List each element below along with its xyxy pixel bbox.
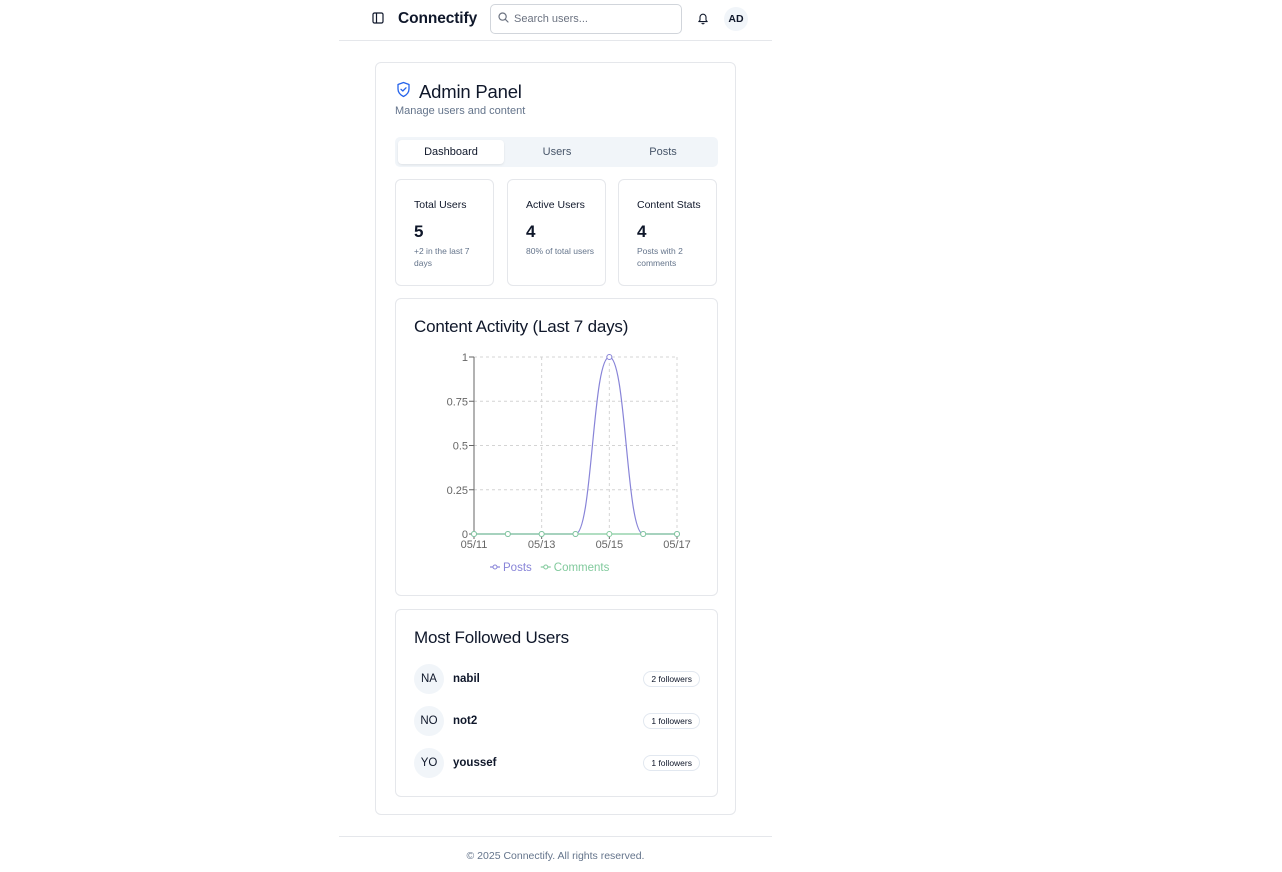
admin-panel-card: Admin Panel Manage users and content Das… bbox=[375, 62, 736, 815]
tab-posts[interactable]: Posts bbox=[610, 140, 716, 164]
stat-description: Posts with 2 comments bbox=[637, 246, 683, 268]
x-tick-label: 05/11 bbox=[461, 539, 488, 551]
legend-marker-comments bbox=[543, 564, 549, 570]
stat-value: 4 bbox=[526, 222, 536, 241]
avatar: NO bbox=[414, 706, 444, 736]
stat-card-total-users: Total Users 5 +2 in the last 7 days bbox=[395, 179, 494, 286]
footer: © 2025 Connectify. All rights reserved. bbox=[339, 836, 772, 872]
user-name[interactable]: nabil bbox=[453, 673, 480, 685]
tab-users[interactable]: Users bbox=[504, 140, 610, 164]
list-item[interactable]: NO not2 1 followers bbox=[414, 706, 700, 736]
most-followed-users-card: Most Followed Users NA nabil 2 followers… bbox=[395, 609, 718, 797]
page-subtitle: Manage users and content bbox=[395, 105, 526, 117]
tab-dashboard[interactable]: Dashboard bbox=[398, 140, 504, 164]
brand-logo-text[interactable]: Connectify bbox=[398, 10, 477, 28]
bell-icon[interactable] bbox=[696, 10, 710, 26]
followers-badge: 1 followers bbox=[643, 713, 700, 729]
shield-check-icon bbox=[395, 81, 412, 103]
panel-header: Admin Panel bbox=[395, 81, 522, 103]
top-navigation-bar: Connectify AD bbox=[339, 0, 772, 41]
stat-title: Active Users bbox=[526, 199, 585, 211]
x-tick-label: 05/13 bbox=[528, 539, 556, 551]
stat-description: +2 in the last 7 days bbox=[414, 246, 470, 268]
stat-card-content-stats: Content Stats 4 Posts with 2 comments bbox=[618, 179, 717, 286]
data-point-posts bbox=[606, 354, 613, 360]
y-tick-label: 0.25 bbox=[447, 485, 468, 497]
search-input[interactable] bbox=[514, 13, 674, 25]
y-tick-label: 0.5 bbox=[453, 441, 468, 453]
legend-label-comments: Comments bbox=[554, 562, 610, 574]
stat-description: 80% of total users bbox=[526, 246, 595, 256]
user-name[interactable]: not2 bbox=[453, 715, 477, 727]
section-title: Most Followed Users bbox=[414, 628, 569, 647]
avatar: YO bbox=[414, 748, 444, 778]
user-name[interactable]: youssef bbox=[453, 757, 496, 769]
data-point-comments bbox=[538, 531, 545, 537]
search-box[interactable] bbox=[490, 4, 682, 34]
stat-title: Content Stats bbox=[637, 199, 701, 211]
stat-value: 5 bbox=[414, 222, 424, 241]
followers-badge: 2 followers bbox=[643, 671, 700, 687]
y-tick-label: 0.75 bbox=[447, 396, 468, 408]
content-activity-card: Content Activity (Last 7 days) 0 0.25 0.5 0… bbox=[395, 298, 718, 596]
list-item[interactable]: YO youssef 1 followers bbox=[414, 748, 700, 778]
avatar: NA bbox=[414, 664, 444, 694]
stat-value: 4 bbox=[637, 222, 647, 241]
content-activity-chart: 00.250.50.75105/11 05/13 05/15 05/17Posts Co… bbox=[447, 352, 691, 574]
legend-marker-posts bbox=[492, 564, 498, 570]
stat-card-active-users: Active Users 4 80% of total users bbox=[507, 179, 606, 286]
data-point-comments bbox=[471, 531, 477, 537]
data-point-comments bbox=[606, 531, 613, 537]
y-tick-label: 1 bbox=[462, 352, 468, 364]
stat-title: Total Users bbox=[414, 199, 467, 211]
list-item[interactable]: NA nabil 2 followers bbox=[414, 664, 700, 694]
page-title: Admin Panel bbox=[419, 81, 522, 102]
sidebar-toggle-icon[interactable] bbox=[370, 10, 386, 26]
user-avatar[interactable]: AD bbox=[724, 7, 748, 31]
data-point-comments bbox=[504, 531, 511, 537]
legend-label-posts: Posts bbox=[503, 562, 532, 574]
followers-badge: 1 followers bbox=[643, 755, 700, 771]
x-tick-label: 05/17 bbox=[663, 539, 691, 551]
x-tick-label: 05/15 bbox=[596, 539, 624, 551]
data-point-comments bbox=[674, 531, 680, 537]
admin-tabs: Dashboard Users Posts bbox=[395, 137, 718, 167]
footer-copyright: © 2025 Connectify. All rights reserved. bbox=[466, 850, 645, 862]
data-point-comments bbox=[640, 531, 647, 537]
search-icon bbox=[498, 10, 509, 28]
data-point-comments bbox=[572, 531, 579, 537]
